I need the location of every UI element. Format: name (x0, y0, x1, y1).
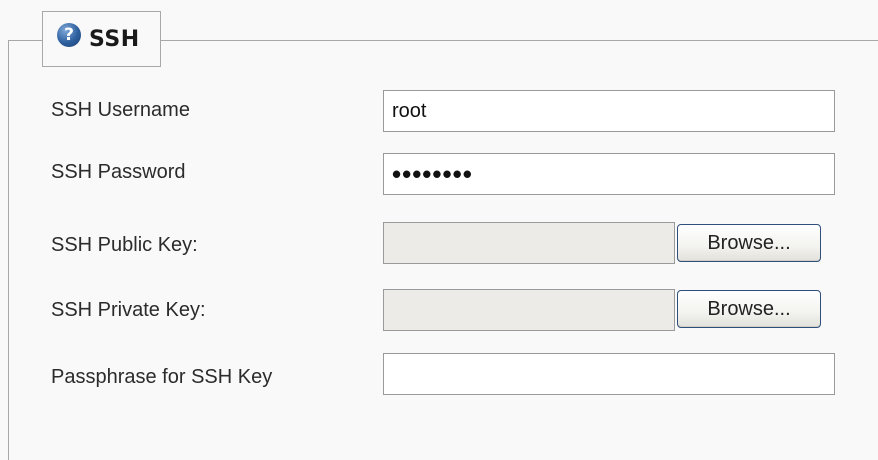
ssh-password-label: SSH Password (51, 161, 186, 183)
ssh-section-legend: ? SSH (42, 11, 161, 67)
ssh-username-label: SSH Username (51, 99, 190, 121)
ssh-private-key-browse-button[interactable]: Browse... (677, 290, 821, 328)
passphrase-input[interactable] (383, 353, 835, 395)
ssh-username-input[interactable]: root (383, 90, 835, 132)
ssh-public-key-label: SSH Public Key: (51, 234, 198, 256)
ssh-password-input[interactable]: •••••••• (383, 153, 835, 195)
ssh-private-key-label: SSH Private Key: (51, 299, 206, 321)
ssh-private-key-file-field[interactable] (383, 289, 675, 331)
ssh-public-key-browse-button[interactable]: Browse... (677, 224, 821, 262)
passphrase-label: Passphrase for SSH Key (51, 366, 273, 388)
help-icon[interactable]: ? (57, 23, 81, 47)
ssh-public-key-file-field[interactable] (383, 222, 675, 264)
section-title: SSH (89, 26, 140, 52)
